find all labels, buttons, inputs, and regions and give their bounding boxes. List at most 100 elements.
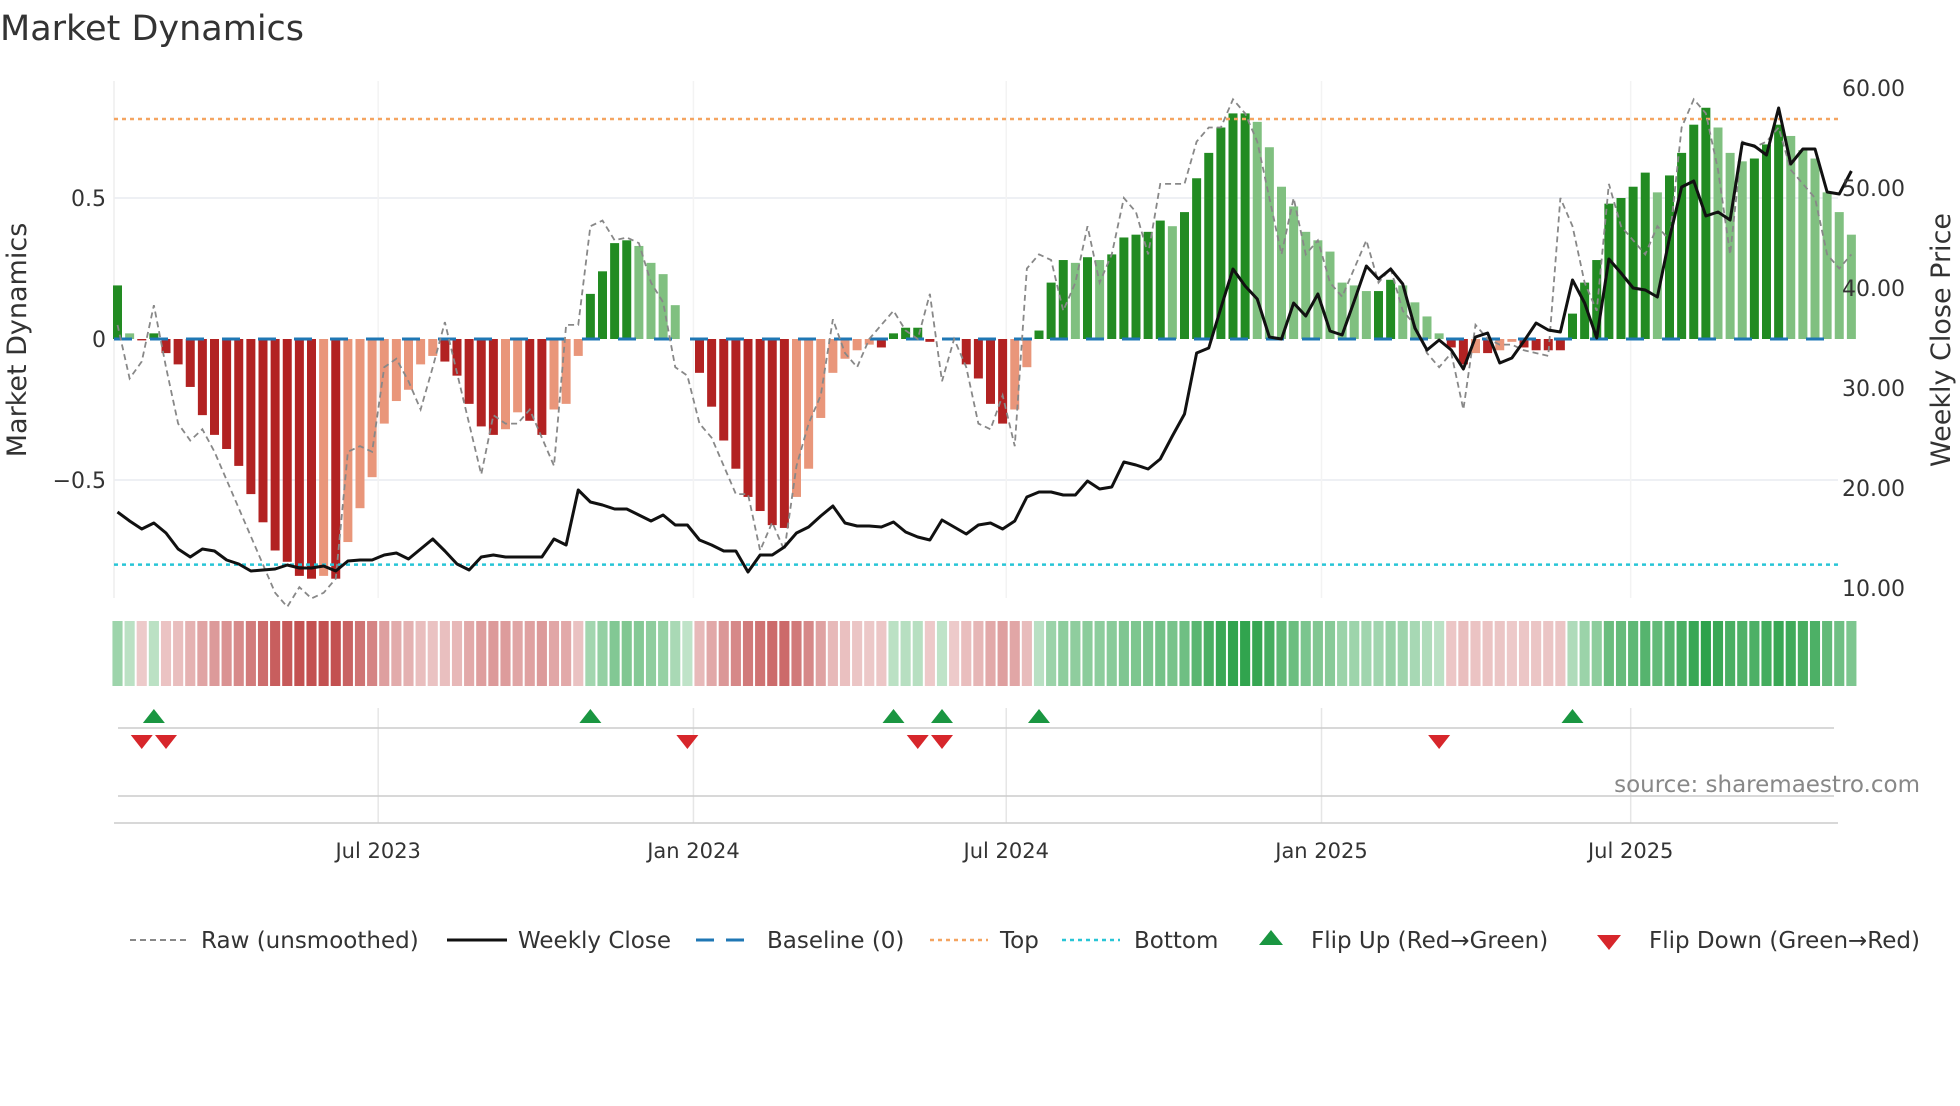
right-tick-label: 30.00: [1842, 377, 1905, 402]
momentum-bar: [488, 339, 498, 435]
heat-cell: [1385, 621, 1396, 686]
heat-cell: [876, 621, 887, 686]
heat-cell: [1421, 621, 1433, 686]
heat-cell: [561, 621, 572, 686]
heat-cell: [221, 621, 232, 686]
heat-cell: [1155, 621, 1166, 686]
heat-cell: [670, 621, 681, 686]
legend: Raw (unsmoothed) Weekly Close Baseline (…: [130, 928, 1920, 954]
heat-cell: [282, 621, 293, 686]
momentum-bar: [852, 339, 862, 351]
heat-cell: [585, 621, 596, 686]
momentum-bar: [173, 339, 183, 365]
momentum-bar: [1046, 282, 1056, 339]
heat-cell: [245, 621, 256, 686]
heat-cell: [1337, 621, 1348, 686]
heat-cell: [1300, 621, 1311, 686]
momentum-bar: [210, 339, 219, 435]
momentum-bar: [1180, 212, 1189, 339]
legend-flip-down-label: Flip Down (Green→Red): [1649, 928, 1920, 954]
heat-cell: [803, 621, 814, 686]
heat-cell: [1506, 621, 1517, 686]
heat-cell: [1773, 621, 1784, 686]
heat-cell: [1179, 621, 1190, 686]
momentum-bar: [792, 339, 801, 497]
flip-down-marker: [130, 735, 153, 749]
heat-cell: [536, 621, 547, 686]
heat-cell: [973, 621, 984, 686]
heat-cell: [1664, 621, 1675, 686]
heat-cell: [1046, 621, 1057, 686]
heat-cell: [354, 621, 366, 686]
momentum-bar: [998, 339, 1008, 424]
flip-up-marker: [931, 709, 953, 723]
flip-up-marker: [579, 709, 602, 723]
flip-down-marker: [676, 735, 699, 749]
heat-cell: [949, 621, 960, 686]
momentum-bar: [1725, 152, 1735, 339]
flip-up-marker: [882, 709, 905, 723]
x-tick-label: Jan 2025: [1273, 839, 1368, 863]
heat-cell: [1749, 621, 1760, 686]
momentum-bar: [355, 339, 365, 509]
heat-cell: [112, 621, 123, 686]
momentum-bar: [986, 339, 995, 404]
heat-cell: [924, 621, 935, 686]
heat-cell: [318, 621, 329, 686]
heat-cell: [682, 621, 693, 686]
heat-cell: [1191, 621, 1202, 686]
momentum-bar: [1289, 206, 1299, 339]
heat-cell: [936, 621, 948, 686]
momentum-bar: [1810, 158, 1820, 339]
momentum-bar: [1301, 231, 1311, 339]
momentum-bar: [464, 339, 474, 404]
legend-baseline-label: Baseline (0): [767, 928, 904, 954]
heat-cell: [1434, 621, 1445, 686]
heat-cell: [342, 621, 353, 686]
momentum-bar: [598, 271, 607, 339]
flip-up-marker: [142, 709, 165, 723]
right-tick-label: 50.00: [1842, 177, 1905, 202]
heat-cell: [1070, 621, 1081, 686]
heat-cell: [1470, 621, 1481, 686]
heat-cell: [1446, 621, 1457, 686]
heat-cell: [1094, 621, 1105, 686]
heat-cell: [718, 621, 729, 686]
momentum-bar: [319, 339, 329, 576]
heat-cell: [1349, 621, 1360, 686]
heat-cell: [1712, 621, 1724, 686]
heat-cell: [173, 621, 184, 686]
heat-cell: [888, 621, 899, 686]
momentum-bar: [1374, 291, 1383, 339]
heat-cell: [839, 621, 851, 686]
right-tick-label: 60.00: [1842, 77, 1905, 102]
heat-cell: [597, 621, 608, 686]
momentum-bar: [1083, 257, 1092, 339]
momentum-bar: [1568, 313, 1577, 339]
heat-cell: [1676, 621, 1687, 686]
momentum-bar: [1689, 124, 1699, 340]
momentum-bar: [1531, 339, 1541, 351]
momentum-bar: [537, 339, 547, 435]
heat-cell: [1518, 621, 1530, 686]
x-tick-label: Jul 2024: [962, 839, 1049, 863]
momentum-bar: [1143, 231, 1153, 339]
momentum-bar: [197, 339, 207, 416]
heat-cell: [1603, 621, 1614, 686]
heat-cell: [1324, 621, 1336, 686]
left-tick-label: 0: [92, 328, 106, 353]
heat-cell: [1700, 621, 1711, 686]
momentum-bar: [258, 339, 268, 523]
heat-cell: [500, 621, 511, 686]
momentum-bar: [707, 339, 717, 407]
heat-cell: [1809, 621, 1821, 686]
heat-cell: [512, 621, 523, 686]
momentum-bar: [1774, 124, 1784, 340]
heat-cell: [1458, 621, 1469, 686]
momentum-bar: [1034, 330, 1044, 339]
heat-cell: [791, 621, 802, 686]
heat-cell: [1240, 621, 1251, 686]
legend-flip-up-label: Flip Up (Red→Green): [1311, 928, 1548, 954]
momentum-bar: [973, 339, 983, 379]
flip-down-marker: [931, 735, 953, 749]
